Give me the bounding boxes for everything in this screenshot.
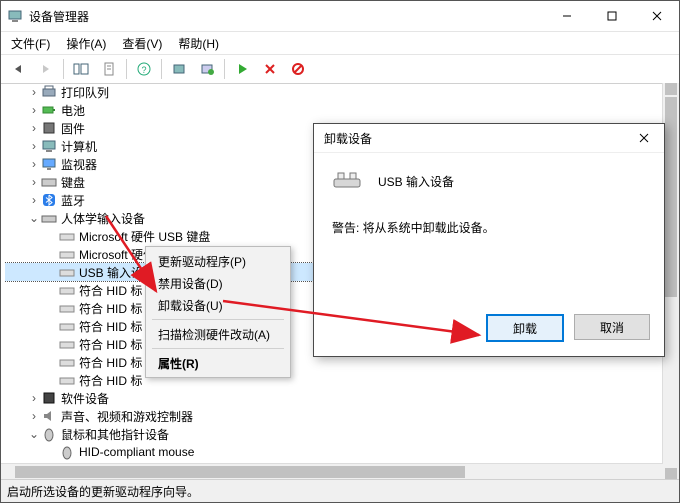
menu-properties[interactable]: 属性(R) — [148, 352, 288, 374]
titlebar: 设备管理器 — [1, 1, 679, 32]
hid-device-icon — [59, 246, 75, 262]
computer-icon — [41, 138, 57, 154]
context-menu: 更新驱动程序(P) 禁用设备(D) 卸载设备(U) 扫描检测硬件改动(A) 属性… — [145, 246, 291, 378]
mouse-icon — [41, 426, 57, 442]
mouse-icon — [59, 444, 75, 460]
update-driver-button[interactable] — [194, 56, 220, 82]
window-title: 设备管理器 — [29, 8, 544, 25]
hid-device-icon — [59, 264, 75, 280]
horizontal-scrollbar[interactable] — [1, 463, 663, 480]
hid-device-icon — [59, 372, 75, 388]
tree-node-hid-compliant[interactable]: 符合 HID 标 — [5, 371, 661, 389]
menu-update-driver[interactable]: 更新驱动程序(P) — [148, 250, 288, 272]
menu-uninstall-device[interactable]: 卸载设备(U) — [148, 294, 288, 316]
status-bar: 启动所选设备的更新驱动程序向导。 — [1, 479, 679, 502]
device-icon — [332, 167, 364, 195]
tree-node-sound[interactable]: ›声音、视频和游戏控制器 — [5, 407, 661, 425]
hid-icon — [41, 210, 57, 226]
tree-node-mouse[interactable]: ⌄鼠标和其他指针设备 — [5, 425, 661, 443]
status-text: 启动所选设备的更新驱动程序向导。 — [7, 483, 199, 500]
hid-device-icon — [59, 336, 75, 352]
disable-button[interactable] — [285, 56, 311, 82]
dialog-title: 卸载设备 — [324, 130, 624, 147]
svg-text:?: ? — [141, 65, 146, 75]
menu-view[interactable]: 查看(V) — [116, 33, 168, 54]
forward-button[interactable] — [33, 56, 59, 82]
cancel-button[interactable]: 取消 — [574, 314, 650, 340]
menu-help[interactable]: 帮助(H) — [172, 33, 225, 54]
show-hide-tree-button[interactable] — [68, 56, 94, 82]
chip-icon — [41, 120, 57, 136]
app-icon — [7, 8, 23, 24]
dialog-close-button[interactable] — [624, 124, 664, 152]
hid-device-icon — [59, 282, 75, 298]
menu-disable-device[interactable]: 禁用设备(D) — [148, 272, 288, 294]
hid-device-icon — [59, 300, 75, 316]
menu-file[interactable]: 文件(F) — [5, 33, 56, 54]
maximize-button[interactable] — [589, 1, 634, 31]
minimize-button[interactable] — [544, 1, 589, 31]
hid-device-icon — [59, 318, 75, 334]
tree-node-battery[interactable]: ›电池 — [5, 101, 661, 119]
uninstall-confirm-button[interactable]: 卸载 — [486, 314, 564, 342]
tree-node-synaptics[interactable]: Synaptics Pointing Device — [5, 461, 661, 462]
enable-button[interactable] — [229, 56, 255, 82]
hid-device-icon — [59, 354, 75, 370]
uninstall-dialog: 卸载设备 USB 输入设备 警告: 将从系统中卸载此设备。 卸载 取消 — [313, 123, 665, 357]
menu-scan-hardware[interactable]: 扫描检测硬件改动(A) — [148, 323, 288, 345]
scan-button[interactable] — [166, 56, 192, 82]
keyboard-icon — [41, 174, 57, 190]
software-icon — [41, 390, 57, 406]
tree-node-software[interactable]: ›软件设备 — [5, 389, 661, 407]
menu-action[interactable]: 操作(A) — [60, 33, 112, 54]
properties-button[interactable] — [96, 56, 122, 82]
help-button[interactable]: ? — [131, 56, 157, 82]
uninstall-button[interactable] — [257, 56, 283, 82]
sound-icon — [41, 408, 57, 424]
close-button[interactable] — [634, 1, 679, 31]
battery-icon — [41, 102, 57, 118]
dialog-device-name: USB 输入设备 — [378, 173, 454, 190]
hid-device-icon — [59, 228, 75, 244]
menubar: 文件(F) 操作(A) 查看(V) 帮助(H) — [1, 32, 679, 55]
bluetooth-icon — [41, 192, 57, 208]
dialog-titlebar: 卸载设备 — [314, 124, 664, 153]
toolbar: ? — [1, 55, 679, 84]
printer-icon — [41, 84, 57, 100]
back-button[interactable] — [5, 56, 31, 82]
device-manager-window: 设备管理器 文件(F) 操作(A) 查看(V) 帮助(H) ? ›打印队列 — [0, 0, 680, 503]
monitor-icon — [41, 156, 57, 172]
tree-node-print-queue[interactable]: ›打印队列 — [5, 83, 661, 101]
dialog-message: 警告: 将从系统中卸载此设备。 — [332, 219, 646, 236]
tree-node-hid-mouse[interactable]: HID-compliant mouse — [5, 443, 661, 461]
